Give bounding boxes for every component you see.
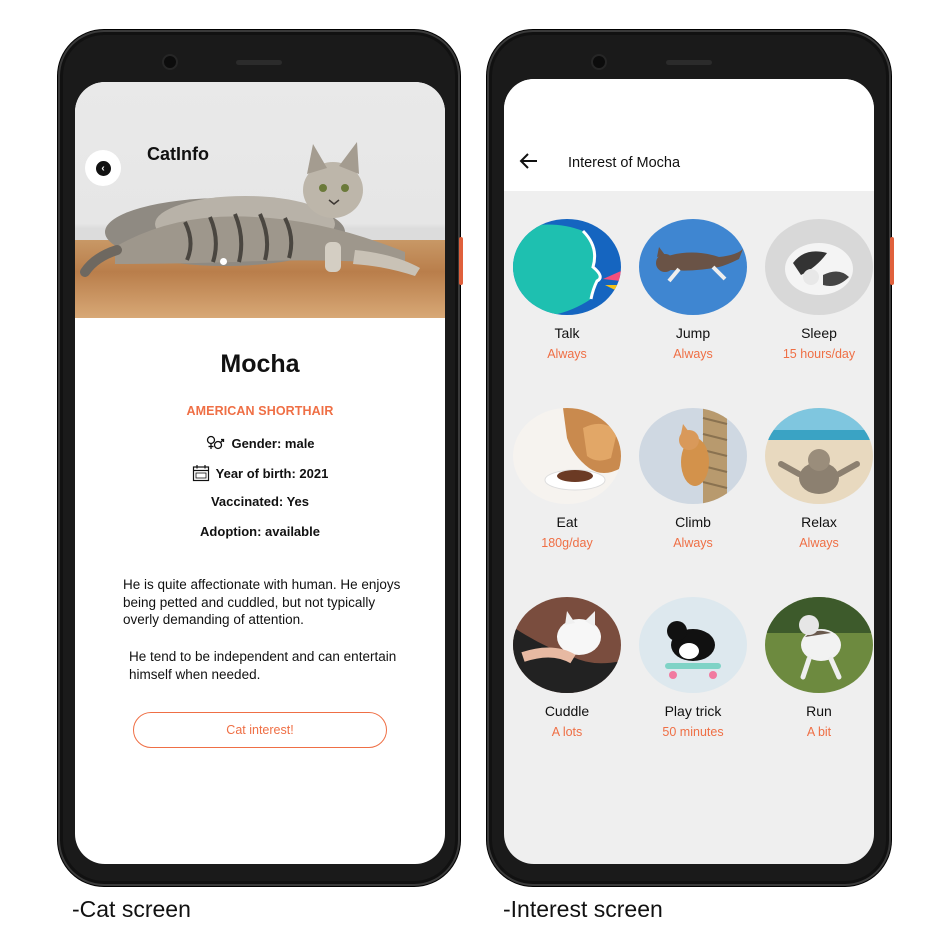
interest-label: Sleep (801, 325, 837, 341)
cuddle-image (513, 597, 621, 693)
gender-icon (207, 435, 225, 450)
interest-value: 50 minutes (662, 725, 724, 739)
interest-value: 180g/day (541, 536, 593, 550)
gender-row: Gender: male (75, 434, 445, 452)
power-button (459, 237, 463, 285)
interest-label: Talk (554, 325, 580, 341)
phone-frame-interest-screen: Interest of Mocha Talk Always Jump Alway… (487, 30, 894, 886)
sleep-image (765, 219, 873, 315)
vaccinated-text: Vaccinated: Yes (210, 494, 310, 509)
interest-tile-run[interactable]: Run A bit (764, 597, 874, 739)
front-camera (162, 54, 178, 70)
play-trick-image (639, 597, 747, 693)
cat-interest-button[interactable]: Cat interest! (133, 712, 387, 748)
calendar-icon (192, 465, 209, 482)
front-camera (591, 54, 607, 70)
talk-image (513, 219, 621, 315)
interest-tile-jump[interactable]: Jump Always (638, 219, 748, 361)
caption-interest-screen: -Interest screen (503, 896, 663, 922)
adoption-row: Adoption: available (75, 524, 445, 539)
power-button (890, 237, 894, 285)
gender-text: Gender: male (231, 435, 315, 451)
run-image (765, 597, 873, 693)
interest-value: Always (799, 536, 839, 550)
cat-breed: AMERICAN SHORTHAIR (186, 404, 334, 418)
interest-tile-play-trick[interactable]: Play trick 50 minutes (638, 597, 748, 739)
screen-title: Interest of Mocha (568, 155, 681, 171)
interest-label: Eat (556, 514, 578, 530)
interest-value: A lots (551, 725, 583, 739)
interest-tile-cuddle[interactable]: Cuddle A lots (512, 597, 622, 739)
interest-value: 15 hours/day (782, 347, 856, 361)
adoption-text: Adoption: available (200, 524, 320, 539)
interest-label: Cuddle (544, 703, 590, 719)
birth-year-row: Year of birth: 2021 (75, 464, 445, 482)
jump-image (639, 219, 747, 315)
app-title: CatInfo (147, 144, 209, 164)
interest-tile-relax[interactable]: Relax Always (764, 408, 874, 550)
interest-tile-talk[interactable]: Talk Always (512, 219, 622, 361)
interest-value: Always (673, 347, 713, 361)
interest-label: Jump (675, 325, 711, 341)
interest-label: Relax (801, 514, 837, 530)
interest-label: Climb (675, 514, 711, 530)
phone-frame-cat-screen: ‹ CatInfo Mocha AMERICAN SHORTHAIR Gende… (58, 30, 463, 886)
interest-tile-climb[interactable]: Climb Always (638, 408, 748, 550)
cat-info-screen: ‹ CatInfo Mocha AMERICAN SHORTHAIR Gende… (75, 82, 445, 864)
interest-value: A bit (806, 725, 832, 739)
interest-label: Play trick (664, 703, 722, 719)
climb-image (639, 408, 747, 504)
interest-label: Run (806, 703, 832, 719)
cat-name: Mocha (220, 350, 300, 378)
app-bar: Interest of Mocha (504, 79, 874, 191)
cat-photo-illustration (80, 142, 420, 277)
interest-value: Always (547, 347, 587, 361)
chevron-left-icon: ‹ (95, 160, 111, 176)
eat-image (513, 408, 621, 504)
relax-image (765, 408, 873, 504)
interest-tile-eat[interactable]: Eat 180g/day (512, 408, 622, 550)
arrow-back-icon[interactable] (518, 151, 540, 171)
caption-cat-screen: -Cat screen (72, 896, 191, 922)
description-paragraph-2: He tend to be independent and can entert… (129, 649, 397, 682)
speaker-grille (236, 60, 282, 65)
interest-value: Always (673, 536, 713, 550)
description-paragraph-1: He is quite affectionate with human. He … (123, 577, 401, 627)
image-pager-indicator[interactable] (220, 258, 227, 265)
cat-hero-image: ‹ CatInfo (75, 82, 445, 318)
interest-screen: Interest of Mocha Talk Always Jump Alway… (504, 79, 874, 864)
interest-tile-sleep[interactable]: Sleep 15 hours/day (764, 219, 874, 361)
vaccinated-row: Vaccinated: Yes (75, 494, 445, 509)
birth-year-text: Year of birth: 2021 (215, 465, 329, 481)
back-button[interactable]: ‹ (85, 150, 121, 186)
speaker-grille (666, 60, 712, 65)
